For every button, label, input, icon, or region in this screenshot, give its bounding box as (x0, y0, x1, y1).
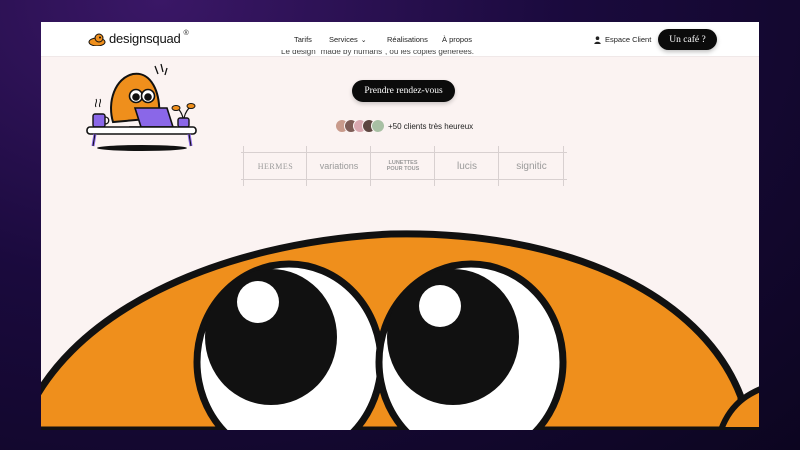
nav-item-tarifs[interactable]: Tarifs (294, 35, 312, 44)
avatar (371, 119, 385, 133)
nav-label: À propos (442, 35, 473, 44)
mascot-hero-illustration (41, 230, 759, 430)
grid-line (370, 146, 371, 186)
client-logo-lunettes: LUNETTES POUR TOUS (386, 160, 420, 172)
espace-client-label: Espace Client (605, 35, 652, 44)
nav-item-a-propos[interactable]: À propos (442, 35, 472, 44)
nav-item-services[interactable]: Services ⌄ (329, 35, 367, 44)
nav-label: Réalisations (387, 35, 428, 44)
logo-wordmark: designsquad (109, 31, 181, 46)
chevron-down-icon: ⌄ (360, 36, 367, 44)
mascot-desk-illustration (86, 63, 197, 151)
browser-viewport: designsquad ® Tarifs Services ⌄ Réalisat… (41, 22, 759, 430)
grid-line (563, 146, 564, 186)
user-icon (594, 35, 601, 44)
cafe-cta-button[interactable]: Un café ? (658, 29, 717, 50)
logo-registered-mark: ® (183, 30, 189, 37)
client-logos-strip: HERMES variations LUNETTES POUR TOUS luc… (241, 146, 567, 186)
espace-client-link[interactable]: Espace Client (594, 35, 651, 44)
client-logo-variations: variations (319, 161, 359, 171)
nav-label: Services (329, 35, 358, 44)
nav-label: Tarifs (294, 35, 312, 44)
grid-line (498, 146, 499, 186)
client-logo-lucis: lucis (456, 160, 477, 172)
site-logo[interactable]: designsquad ® (88, 30, 189, 46)
client-avatars (335, 119, 385, 133)
prendre-rendez-vous-button[interactable]: Prendre rendez-vous (352, 80, 455, 102)
hero-subtitle-cut: Le design "made by humans", où les copie… (281, 50, 474, 56)
grid-line (243, 146, 244, 186)
grid-line (306, 146, 307, 186)
client-logo-signitic: signitic (516, 160, 547, 172)
nav-item-realisations[interactable]: Réalisations (387, 35, 428, 44)
grid-line (434, 146, 435, 186)
client-logo-hermes: HERMES (257, 161, 294, 171)
duck-logo-icon (88, 33, 106, 46)
clients-count-text: +50 clients très heureux (388, 122, 474, 131)
